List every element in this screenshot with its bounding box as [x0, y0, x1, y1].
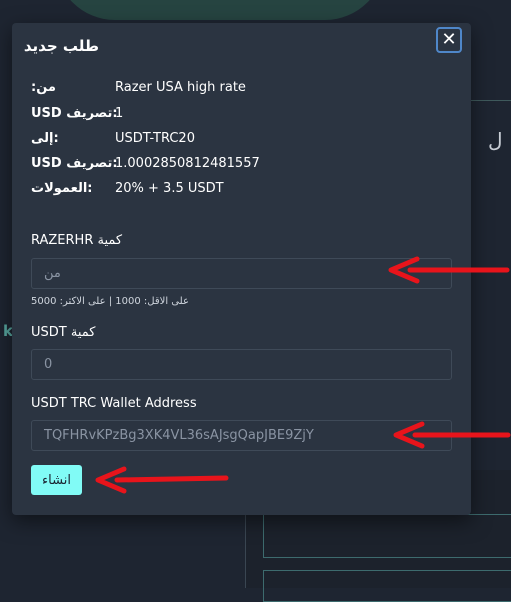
background-box	[263, 570, 511, 602]
info-value: 1	[115, 106, 124, 121]
info-value: 1.0002850812481557	[115, 156, 260, 171]
create-button[interactable]: انشاء	[31, 465, 82, 495]
info-value: 20% + 3.5 USDT	[115, 181, 224, 196]
amount-to-label: USDT كمية	[31, 325, 96, 340]
red-arrow-icon	[393, 421, 511, 449]
info-row-rate-from: USD تصريف: 1	[31, 106, 461, 124]
info-label: إلى:	[31, 131, 59, 146]
info-row-from: :من Razer USA high rate	[31, 80, 461, 98]
info-label: :من	[31, 80, 56, 95]
wallet-address-input[interactable]: TQFHRvKPzBg3XK4VL36sAJsgQapJBE9ZjY	[31, 420, 452, 451]
info-value: USDT-TRC20	[115, 131, 195, 146]
modal-title: طلب جديد	[23, 37, 99, 55]
close-button[interactable]: ✕	[436, 27, 462, 53]
background-logo	[55, 0, 385, 20]
amount-to-input[interactable]: 0	[31, 349, 452, 380]
background-divider	[470, 100, 511, 101]
info-label: العمولات:	[31, 181, 93, 196]
red-arrow-icon	[388, 256, 510, 284]
background-box	[263, 514, 511, 558]
info-row-rate-to: USD تصريف: 1.0002850812481557	[31, 156, 461, 174]
info-label: USD تصريف:	[31, 156, 118, 171]
info-value: Razer USA high rate	[115, 80, 246, 95]
info-label: USD تصريف:	[31, 106, 118, 121]
red-arrow-icon	[95, 466, 229, 494]
amount-limits-hint: على الاقل: 1000 | على الاكثر: 5000	[31, 296, 189, 307]
close-icon: ✕	[441, 29, 457, 50]
background-heading-fragment: ل	[488, 128, 503, 152]
info-row-to: إلى: USDT-TRC20	[31, 131, 461, 149]
amount-from-label: RAZERHR كمية	[31, 233, 123, 248]
wallet-address-label: USDT TRC Wallet Address	[31, 396, 197, 411]
info-row-fees: العمولات: 20% + 3.5 USDT	[31, 181, 461, 199]
